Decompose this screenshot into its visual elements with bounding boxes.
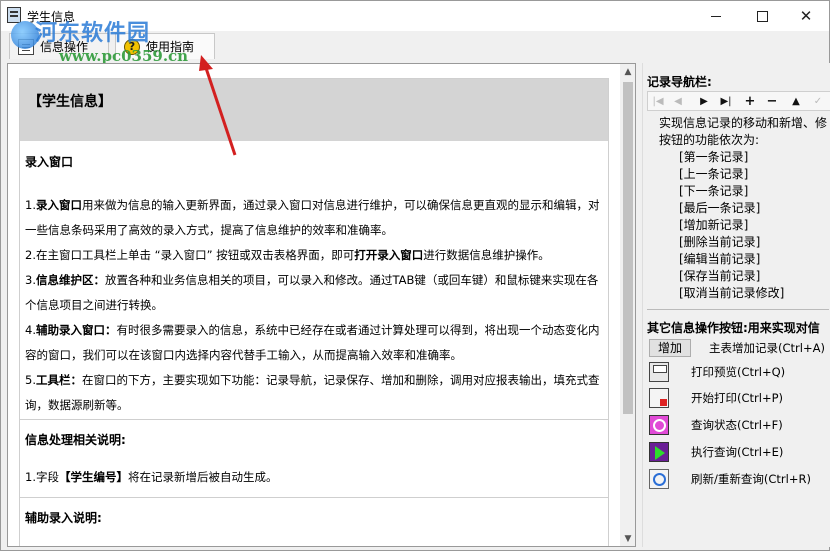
start-print-icon[interactable] [649,388,669,408]
side-divider [647,309,829,310]
doc-header: 【学生信息】 [20,79,608,141]
student-info-window: 学生信息 ✕ 信息操作 ? 使用指南 河东软件园 www.pc0359.cn 【… [0,0,830,551]
add-button[interactable]: 增加 [649,339,691,357]
print-preview-icon[interactable] [649,362,669,382]
edit-record-icon[interactable]: ▲ [788,94,804,110]
divider [20,497,608,498]
paragraph: 3.信息维护区：放置各种和业务信息相关的项目，可以录入和修改。通过TAB键（或回… [25,273,599,312]
op-refresh[interactable]: 刷新/重新查询(Ctrl+R) [647,468,830,490]
paragraph: 1.字段【学生编号】将在记录新增后被自动生成。 [25,470,278,484]
minimize-button[interactable] [693,1,739,31]
app-icon [7,7,21,23]
list-item: [最后一条记录] [679,201,761,215]
first-record-icon[interactable]: |◀ [650,94,666,110]
section-title-assisted-entry: 辅助录入说明: [25,511,102,525]
list-item: [下一条记录] [679,184,749,198]
save-record-icon[interactable]: ✓ [810,94,826,110]
list-item: [删除当前记录] [679,235,761,249]
maximize-button[interactable] [739,1,785,31]
paragraph: 2.在主窗口工具栏上单击 “录入窗口” 按钮或双击表格界面，即可打开录入窗口进行… [25,248,550,262]
list-item: [编辑当前记录] [679,252,761,266]
section-title-processing-notes: 信息处理相关说明: [25,433,126,447]
paragraph: 4.辅助录入窗口：有时很多需要录入的信息，系统中已经存在或者通过计算处理可以得到… [25,323,600,362]
section-title-entry-window: 录入窗口 [25,155,74,169]
delete-record-icon[interactable]: − [764,94,780,110]
refresh-icon[interactable] [649,469,669,489]
list-item: [上一条记录] [679,167,749,181]
add-button-description: 主表增加记录(Ctrl+A) [709,341,825,355]
vertical-scrollbar[interactable]: ▲ ▼ [620,64,635,546]
op-query-status[interactable]: 查询状态(Ctrl+F) [647,414,830,436]
prev-record-icon[interactable]: ◀ [670,94,686,110]
list-item: [增加新记录] [679,218,749,232]
scroll-down-icon[interactable]: ▼ [620,531,635,546]
execute-query-icon[interactable] [649,442,669,462]
nav-button-list: [第一条记录] [上一条记录] [下一条记录] [最后一条记录] [增加新记录]… [679,149,784,302]
watermark-text: 河东软件园 [35,21,151,46]
divider [20,419,608,420]
guide-document: 【学生信息】 录入窗口 1.录入窗口用来做为信息的输入更新界面，通过录入窗口对信… [19,78,609,546]
list-item: [保存当前记录] [679,269,761,283]
nav-bar-title: 记录导航栏: [647,75,712,89]
close-button[interactable]: ✕ [783,1,829,31]
add-record-icon[interactable]: + [742,94,758,110]
next-record-icon[interactable]: ▶ [696,94,712,110]
list-item: [取消当前记录修改] [679,286,785,300]
op-start-print[interactable]: 开始打印(Ctrl+P) [647,387,830,409]
paragraph: 1.录入窗口用来做为信息的输入更新界面，通过录入窗口对信息进行维护，可以确保信息… [25,198,600,237]
op-print-preview[interactable]: 打印预览(Ctrl+Q) [647,361,830,383]
other-ops-title: 其它信息操作按钮:用来实现对信 [647,321,820,335]
scroll-up-icon[interactable]: ▲ [620,64,635,80]
query-status-icon[interactable] [649,415,669,435]
op-execute-query[interactable]: 执行查询(Ctrl+E) [647,441,830,463]
guide-content-pane[interactable]: 【学生信息】 录入窗口 1.录入窗口用来做为信息的输入更新界面，通过录入窗口对信… [7,63,636,547]
nav-description: 实现信息记录的移动和新增、修 按钮的功能依次为: [659,116,828,147]
last-record-icon[interactable]: ▶| [718,94,734,110]
side-panel: 记录导航栏: |◀ ◀ ▶ ▶| + − ▲ ✓ 实现信息记录的移动和新增、修 … [642,63,830,547]
record-navigator: |◀ ◀ ▶ ▶| + − ▲ ✓ [647,91,830,111]
scrollbar-thumb[interactable] [623,82,633,414]
paragraph: 5.工具栏：在窗口的下方，主要实现如下功能：记录导航，记录保存、增加和删除，调用… [25,373,600,412]
list-item: [第一条记录] [679,150,749,164]
